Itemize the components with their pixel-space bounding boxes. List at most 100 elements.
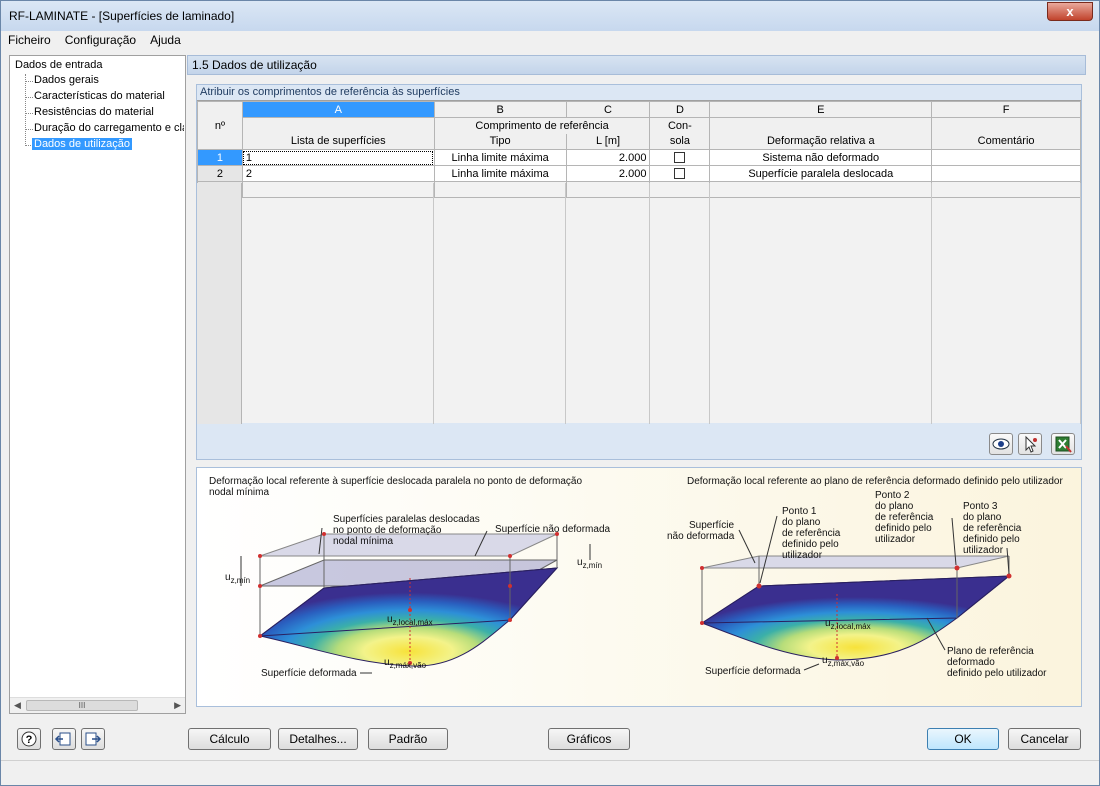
surface-list-cell[interactable]: 1: [241, 149, 435, 166]
export-button[interactable]: [81, 728, 105, 750]
pick-button[interactable]: [1018, 433, 1042, 455]
label-uz-max-span-right: uz,máx,vão: [822, 655, 865, 668]
label-undeformed-surface: Superfície não deformada: [495, 524, 611, 535]
type-cell[interactable]: Linha limite máxima: [433, 149, 567, 166]
surface-list-cell[interactable]: 2: [241, 165, 435, 182]
column-letter-b[interactable]: B: [433, 101, 567, 118]
cantilever-header-line1: Con-: [649, 117, 711, 134]
pointer-icon: [1025, 435, 1037, 453]
tree-item-material-properties[interactable]: Características do material: [34, 90, 165, 102]
label-parallel-surfaces-line1: Superfícies paralelas deslocadas: [333, 514, 480, 525]
scroll-thumb[interactable]: III: [26, 700, 138, 711]
label-point3: Ponto 3 do plano de referência definido pel…: [963, 501, 1022, 556]
deformation-relative-cell[interactable]: Sistema não deformado: [709, 149, 933, 166]
surface-list-header: Lista de superfícies: [241, 133, 435, 150]
tree-item-material-strengths[interactable]: Resistências do material: [34, 106, 154, 118]
tree-item-load-duration[interactable]: Duração do carregamento e classe de serv…: [34, 122, 184, 134]
label-uzmin-right: uz,mín: [577, 557, 603, 570]
cantilever-cell[interactable]: [649, 149, 711, 166]
view-button[interactable]: [989, 433, 1013, 455]
column-a-empty: [242, 183, 434, 424]
column-letter-a[interactable]: A: [241, 101, 435, 118]
right-caption: Deformação local referente ao plano de r…: [687, 476, 1063, 487]
cantilever-checkbox[interactable]: [674, 168, 686, 180]
column-letter-c[interactable]: C: [565, 101, 651, 118]
length-cell[interactable]: 2.000: [565, 165, 651, 182]
label-deformed-reference-plane: Plano de referência deformado definido pel…: [947, 646, 1047, 679]
excel-icon: [1055, 436, 1072, 453]
label-deformed-surface: Superfície deformada: [261, 668, 357, 679]
column-letter-e[interactable]: E: [709, 101, 933, 118]
window-title: RF-LAMINATE - [Superfícies de laminado]: [9, 9, 235, 23]
svg-text:?: ?: [26, 734, 33, 746]
label-point1: Ponto 1 do plano de referência definido pel…: [782, 506, 841, 561]
comment-cell[interactable]: [931, 165, 1081, 182]
menu-settings[interactable]: Configuração: [58, 31, 143, 49]
row-number-header: nº: [197, 101, 243, 150]
data-grid[interactable]: nº A B C D E F Comprimento de referência…: [197, 100, 1081, 424]
close-button[interactable]: x: [1047, 2, 1093, 21]
comment-cell[interactable]: [931, 149, 1081, 166]
length-header: L [m]: [565, 133, 651, 150]
label-uz-max-span: uz,máx,vão: [384, 657, 427, 670]
table-row[interactable]: 2 2 Linha limite máxima 2.000 Superfície…: [197, 165, 1081, 182]
column-f-empty: [932, 183, 1081, 424]
eye-icon: [992, 438, 1010, 450]
illustration-panel: Deformação local referente à superfície …: [196, 467, 1082, 707]
import-icon: [54, 732, 71, 746]
label-uz-local-max: uz,local,máx: [387, 614, 433, 627]
status-bar: [1, 760, 1099, 785]
left-diagram: [240, 527, 591, 674]
tree-connector: [25, 129, 33, 130]
tree-item-general-data[interactable]: Dados gerais: [34, 74, 99, 86]
row-number[interactable]: 2: [197, 165, 243, 182]
cantilever-checkbox[interactable]: [674, 152, 686, 164]
navigator-tree[interactable]: Dados de entrada Dados gerais Caracterís…: [9, 55, 186, 714]
length-cell[interactable]: 2.000: [565, 149, 651, 166]
label-point2: Ponto 2 do plano de referência definido pel…: [875, 490, 934, 545]
menu-help[interactable]: Ajuda: [143, 31, 188, 49]
deformation-relative-header: Deformação relativa a: [709, 133, 933, 150]
scroll-left-icon[interactable]: ◀: [14, 700, 21, 711]
tree-connector: [25, 74, 26, 146]
tree-connector: [25, 81, 33, 82]
tree-connector: [25, 113, 33, 114]
group-caption: Atribuir os comprimentos de referência à…: [200, 86, 460, 98]
graphics-button[interactable]: Gráficos: [548, 728, 630, 750]
scroll-right-icon[interactable]: ▶: [174, 700, 181, 711]
label-surface-line1: Superfície: [689, 520, 735, 531]
calculation-button[interactable]: Cálculo: [188, 728, 271, 750]
left-caption-line2: nodal mínima: [209, 487, 270, 498]
ok-button[interactable]: OK: [927, 728, 999, 750]
details-button[interactable]: Detalhes...: [278, 728, 358, 750]
title-bar: RF-LAMINATE - [Superfícies de laminado] …: [0, 0, 1100, 31]
deformation-relative-cell[interactable]: Superfície paralela deslocada: [709, 165, 933, 182]
header-blank: [241, 117, 435, 134]
import-button[interactable]: [52, 728, 76, 750]
label-deformed-surface-right: Superfície deformada: [705, 666, 801, 677]
tree-root-input-data[interactable]: Dados de entrada: [15, 59, 102, 71]
export-icon: [85, 732, 102, 746]
row-header-column: [197, 183, 242, 424]
label-uz-local-max-right: uz,local,máx: [825, 618, 871, 631]
tree-connector: [25, 97, 33, 98]
help-button[interactable]: ?: [17, 728, 41, 750]
default-button[interactable]: Padrão: [368, 728, 448, 750]
row-number[interactable]: 1: [197, 149, 243, 166]
cantilever-cell[interactable]: [649, 165, 711, 182]
header-blank: [709, 117, 933, 134]
tree-horizontal-scrollbar[interactable]: ◀ III ▶: [10, 697, 185, 713]
reference-lengths-group: Atribuir os comprimentos de referência à…: [196, 84, 1082, 460]
table-row[interactable]: 1 1 Linha limite máxima 2.000 Sistema nã…: [197, 149, 1081, 166]
menu-file[interactable]: Ficheiro: [1, 31, 58, 49]
column-letter-f[interactable]: F: [931, 101, 1081, 118]
type-cell[interactable]: Linha limite máxima: [433, 165, 567, 182]
left-caption-line1: Deformação local referente à superfície …: [209, 476, 583, 487]
label-uzmin-left: uz,mín: [225, 572, 251, 585]
cancel-button[interactable]: Cancelar: [1008, 728, 1081, 750]
column-letter-d[interactable]: D: [649, 101, 711, 118]
column-b-empty: [434, 183, 566, 424]
comment-header: Comentário: [931, 133, 1081, 150]
excel-export-button[interactable]: [1051, 433, 1075, 455]
tree-item-serviceability-data[interactable]: Dados de utilização: [32, 138, 133, 150]
